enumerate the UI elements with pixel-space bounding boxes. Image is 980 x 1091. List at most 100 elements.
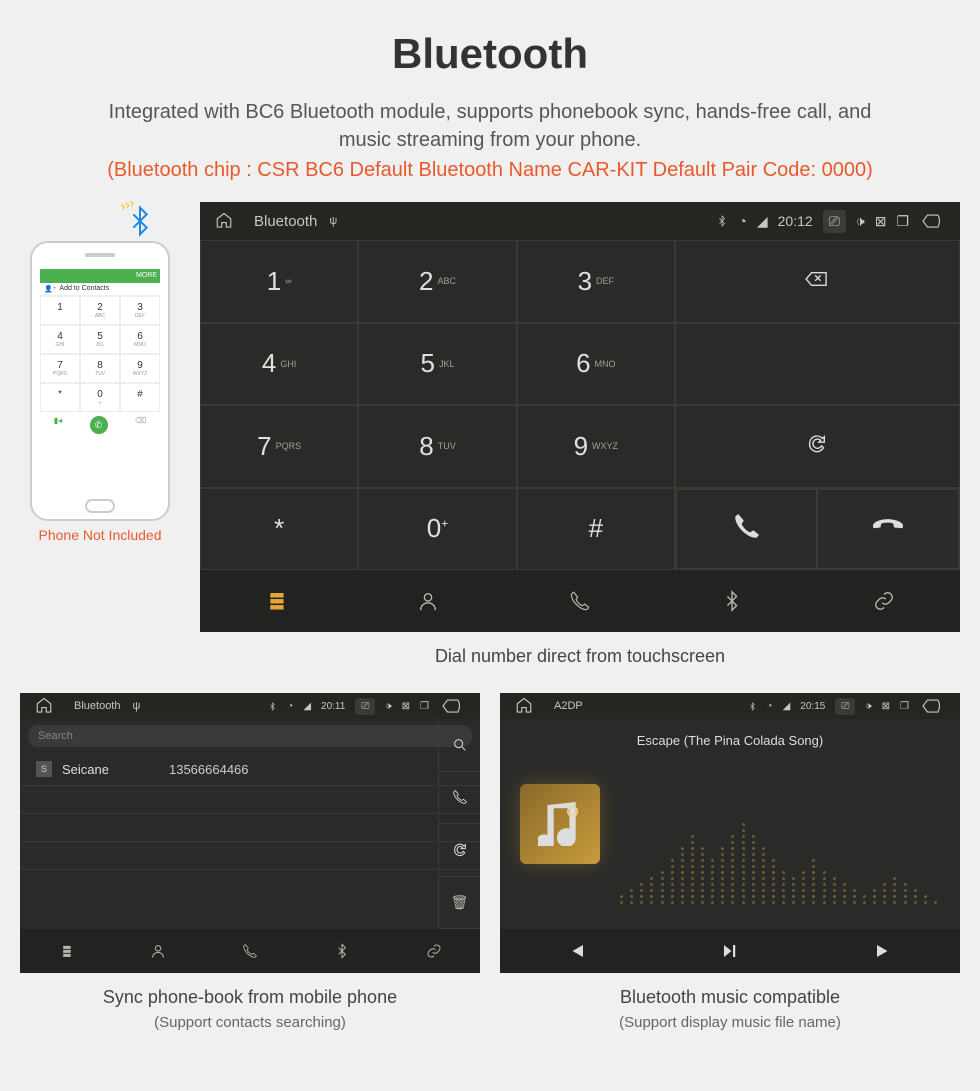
nav-bluetooth-button[interactable] [296, 929, 388, 973]
back-icon[interactable] [919, 212, 945, 230]
page-spec: (Bluetooth chip : CSR BC6 Default Blueto… [0, 159, 980, 202]
phone-key: 2ABC [80, 296, 120, 325]
camera-icon[interactable]: ⎚ [835, 698, 855, 715]
call-button[interactable] [676, 489, 818, 570]
wifi-icon: ◢ [757, 213, 768, 230]
contact-name: Seicane [62, 762, 109, 777]
bt-status-icon [748, 702, 757, 711]
dial-key-5[interactable]: 5JKL [358, 323, 516, 406]
phone-key: 3DEF [120, 296, 160, 325]
side-delete-button[interactable]: 🗑 [439, 877, 480, 930]
dial-key-7[interactable]: 7PQRS [200, 405, 358, 488]
volume-icon[interactable]: 🕩 [865, 701, 871, 712]
phone-key: 8TUV [80, 354, 120, 383]
empty-cell [675, 323, 960, 406]
location-icon: ◔ [287, 701, 293, 712]
nav-contacts-button[interactable] [352, 570, 504, 632]
phone-key: 6MNO [120, 325, 160, 354]
video-call-icon: ▮◂ [54, 416, 62, 434]
nav-pair-button[interactable] [388, 929, 480, 973]
phonebook-caption2: (Support contacts searching) [20, 1014, 480, 1031]
dial-key-8[interactable]: 8TUV [358, 405, 516, 488]
recent-apps-icon[interactable]: ❐ [896, 213, 909, 230]
dialer-caption: Dial number direct from touchscreen [200, 632, 960, 673]
nav-dialpad-button[interactable]: ▪▪▪▪▪▪▪▪▪ [20, 929, 112, 973]
a2dp-caption: Bluetooth music compatible [500, 973, 960, 1014]
status-title: A2DP [554, 700, 583, 712]
close-icon[interactable]: ⊠ [402, 701, 410, 712]
phone-key: 5JKL [80, 325, 120, 354]
phone-key: # [120, 383, 160, 412]
a2dp-screen: A2DP ◔ ◢ 20:15 ⎚ 🕩 ⊠ ❐ Escape (The Pina … [500, 693, 960, 973]
home-icon[interactable] [215, 212, 233, 230]
page-title: Bluetooth [0, 0, 980, 78]
camera-icon[interactable]: ⎚ [823, 210, 846, 233]
wifi-icon: ◢ [783, 701, 791, 712]
usb-icon: ψ [132, 700, 140, 712]
volume-icon[interactable]: 🕩 [856, 213, 865, 230]
dial-key-6[interactable]: 6MNO [517, 323, 675, 406]
dial-key-0[interactable]: 0+ [358, 488, 516, 571]
close-icon[interactable]: ⊠ [875, 213, 887, 230]
dial-key-3[interactable]: 3DEF [517, 240, 675, 323]
phone-key: 9WXYZ [120, 354, 160, 383]
status-bar: Bluetooth ψ ◔ ◢ 20:11 ⎚ 🕩 ⊠ ❐ [20, 693, 480, 719]
dial-key-1[interactable]: 1∞ [200, 240, 358, 323]
usb-icon: ψ [329, 215, 337, 227]
hangup-button[interactable] [817, 489, 959, 570]
status-bar: A2DP ◔ ◢ 20:15 ⎚ 🕩 ⊠ ❐ [500, 693, 960, 719]
volume-icon[interactable]: 🕩 [385, 701, 391, 712]
backspace-icon: ⌫ [135, 416, 146, 434]
contact-number: 13566664466 [169, 762, 249, 777]
nav-contacts-button[interactable] [112, 929, 204, 973]
bt-status-icon [716, 215, 728, 227]
phonebook-caption: Sync phone-book from mobile phone [20, 973, 480, 1014]
bt-status-icon [268, 702, 277, 711]
location-icon: ◔ [738, 213, 746, 229]
contact-row-empty [20, 870, 480, 898]
next-track-button[interactable] [807, 929, 960, 973]
dial-key-9[interactable]: 9WXYZ [517, 405, 675, 488]
a2dp-caption2: (Support display music file name) [500, 1014, 960, 1031]
nav-bluetooth-button[interactable] [656, 570, 808, 632]
song-title: Escape (The Pina Colada Song) [500, 733, 960, 748]
phonebook-screen: Bluetooth ψ ◔ ◢ 20:11 ⎚ 🕩 ⊠ ❐ Search S S… [20, 693, 480, 973]
dialer-screen: Bluetooth ψ ◔ ◢ 20:12 ⎚ 🕩 ⊠ ❐ 1∞2ABC3DEF… [200, 202, 960, 632]
side-call-button[interactable] [439, 772, 480, 825]
close-icon[interactable]: ⊠ [882, 701, 890, 712]
phone-key: 4GHI [40, 325, 80, 354]
status-time: 20:11 [321, 701, 345, 712]
backspace-button[interactable] [675, 240, 960, 323]
dial-key-4[interactable]: 4GHI [200, 323, 358, 406]
dial-key-2[interactable]: 2ABC [358, 240, 516, 323]
nav-pair-button[interactable] [808, 570, 960, 632]
nav-dialpad-button[interactable]: ▪▪▪▪▪▪▪▪▪ [200, 570, 352, 632]
camera-icon[interactable]: ⎚ [355, 698, 375, 715]
location-icon: ◔ [767, 701, 773, 712]
call-icon: ✆ [90, 416, 108, 434]
redial-button[interactable] [675, 405, 960, 488]
contact-row-empty [20, 786, 480, 814]
phone-header: MORE [40, 269, 160, 283]
phone-caption: Phone Not Included [20, 527, 180, 543]
contact-row-empty [20, 814, 480, 842]
contact-row[interactable]: S Seicane 13566664466 [20, 753, 480, 786]
dial-key-#[interactable]: # [517, 488, 675, 571]
nav-recents-button[interactable] [204, 929, 296, 973]
search-input[interactable]: Search [28, 725, 472, 747]
play-pause-button[interactable] [653, 929, 806, 973]
side-search-button[interactable] [439, 719, 480, 772]
contact-initial-badge: S [36, 761, 52, 777]
recent-apps-icon[interactable]: ❐ [900, 701, 909, 712]
back-icon[interactable] [919, 697, 945, 715]
dial-key-*[interactable]: * [200, 488, 358, 571]
home-icon[interactable] [515, 697, 533, 715]
recent-apps-icon[interactable]: ❐ [420, 701, 429, 712]
contact-row-empty [20, 842, 480, 870]
home-icon[interactable] [35, 697, 53, 715]
nav-recents-button[interactable] [504, 570, 656, 632]
prev-track-button[interactable] [500, 929, 653, 973]
phone-key: * [40, 383, 80, 412]
side-sync-button[interactable] [439, 824, 480, 877]
back-icon[interactable] [439, 697, 465, 715]
